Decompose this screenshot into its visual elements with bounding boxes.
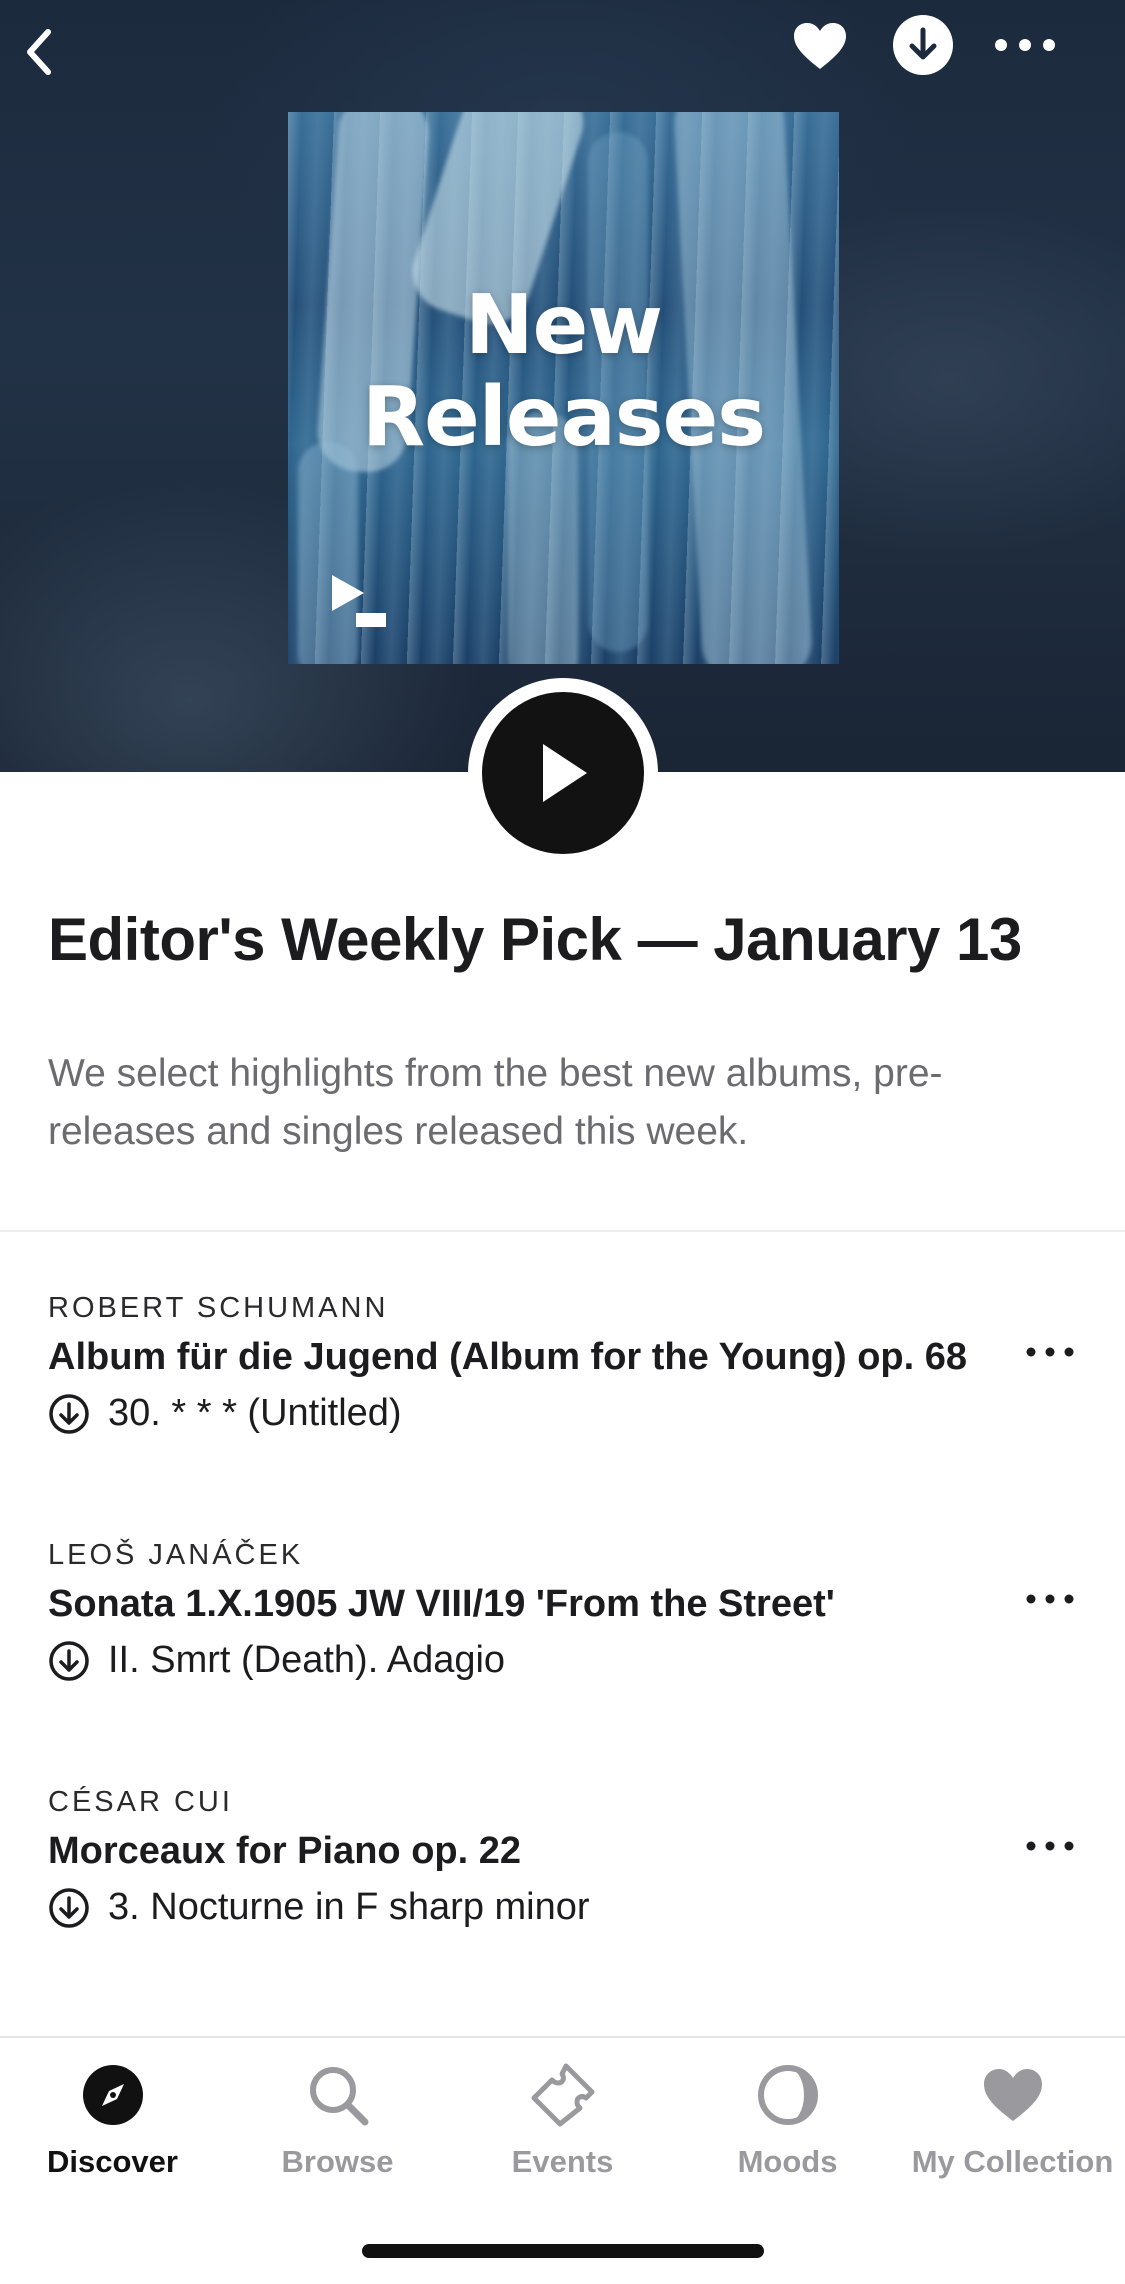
download-button[interactable] bbox=[892, 14, 954, 76]
more-horizontal-icon bbox=[1026, 1841, 1074, 1851]
compass-icon bbox=[82, 2065, 143, 2125]
play-logo-icon bbox=[332, 575, 386, 627]
hero-header: New Releases bbox=[0, 0, 1125, 772]
track-work-title: Sonata 1.X.1905 JW VIII/19 'From the Str… bbox=[48, 1583, 835, 1625]
cover-title: New Releases bbox=[361, 278, 766, 465]
track-item[interactable]: CÉSAR CUI Morceaux for Piano op. 22 3. N… bbox=[0, 1786, 1125, 2006]
chevron-left-icon bbox=[27, 29, 51, 75]
download-icon bbox=[48, 1640, 90, 1682]
favorite-button[interactable] bbox=[790, 18, 850, 74]
track-composer: CÉSAR CUI bbox=[48, 1786, 233, 1818]
tab-my-collection[interactable]: My Collection bbox=[900, 2060, 1125, 2190]
track-more-button[interactable] bbox=[1020, 1579, 1080, 1619]
more-horizontal-icon bbox=[1026, 1347, 1074, 1357]
divider bbox=[0, 1230, 1125, 1232]
more-options-button[interactable] bbox=[990, 20, 1060, 70]
back-button[interactable] bbox=[14, 22, 64, 82]
tab-moods[interactable]: Moods bbox=[675, 2060, 900, 2190]
track-work-title: Morceaux for Piano op. 22 bbox=[48, 1830, 521, 1872]
tab-browse[interactable]: Browse bbox=[225, 2060, 450, 2190]
track-item[interactable]: ROBERT SCHUMANN Album für die Jugend (Al… bbox=[0, 1292, 1125, 1512]
download-icon bbox=[893, 15, 953, 75]
play-button[interactable] bbox=[468, 678, 658, 868]
track-movement: 3. Nocturne in F sharp minor bbox=[108, 1886, 590, 1928]
playlist-description: We select highlights from the best new a… bbox=[48, 1052, 943, 1153]
playlist-title: Editor's Weekly Pick — January 13 bbox=[48, 906, 1022, 973]
track-item[interactable]: LEOŠ JANÁČEK Sonata 1.X.1905 JW VIII/19 … bbox=[0, 1539, 1125, 1759]
track-composer: ROBERT SCHUMANN bbox=[48, 1292, 389, 1324]
download-icon bbox=[48, 1393, 90, 1435]
tab-label: My Collection bbox=[911, 2144, 1114, 2179]
tab-label: Discover bbox=[47, 2144, 178, 2179]
ticket-icon bbox=[531, 2063, 594, 2127]
more-horizontal-icon bbox=[995, 39, 1055, 51]
search-icon bbox=[309, 2067, 368, 2126]
track-work-title: Album für die Jugend (Album for the Youn… bbox=[48, 1336, 968, 1378]
track-more-button[interactable] bbox=[1020, 1332, 1080, 1372]
tab-label: Browse bbox=[281, 2144, 394, 2179]
playlist-cover-art: New Releases bbox=[288, 112, 839, 664]
heart-icon bbox=[983, 2069, 1042, 2121]
tab-label: Events bbox=[511, 2144, 614, 2179]
moon-icon bbox=[757, 2065, 818, 2125]
track-movement: 30. * * * (Untitled) bbox=[108, 1392, 402, 1434]
tab-discover[interactable]: Discover bbox=[0, 2060, 225, 2190]
more-horizontal-icon bbox=[1026, 1594, 1074, 1604]
tab-events[interactable]: Events bbox=[450, 2060, 675, 2190]
play-icon bbox=[543, 744, 587, 802]
download-icon bbox=[48, 1887, 90, 1929]
track-more-button[interactable] bbox=[1020, 1826, 1080, 1866]
tab-label: Moods bbox=[737, 2144, 838, 2179]
heart-icon bbox=[794, 23, 846, 69]
home-indicator[interactable] bbox=[362, 2244, 764, 2258]
track-movement: II. Smrt (Death). Adagio bbox=[108, 1639, 506, 1681]
track-composer: LEOŠ JANÁČEK bbox=[48, 1539, 304, 1571]
